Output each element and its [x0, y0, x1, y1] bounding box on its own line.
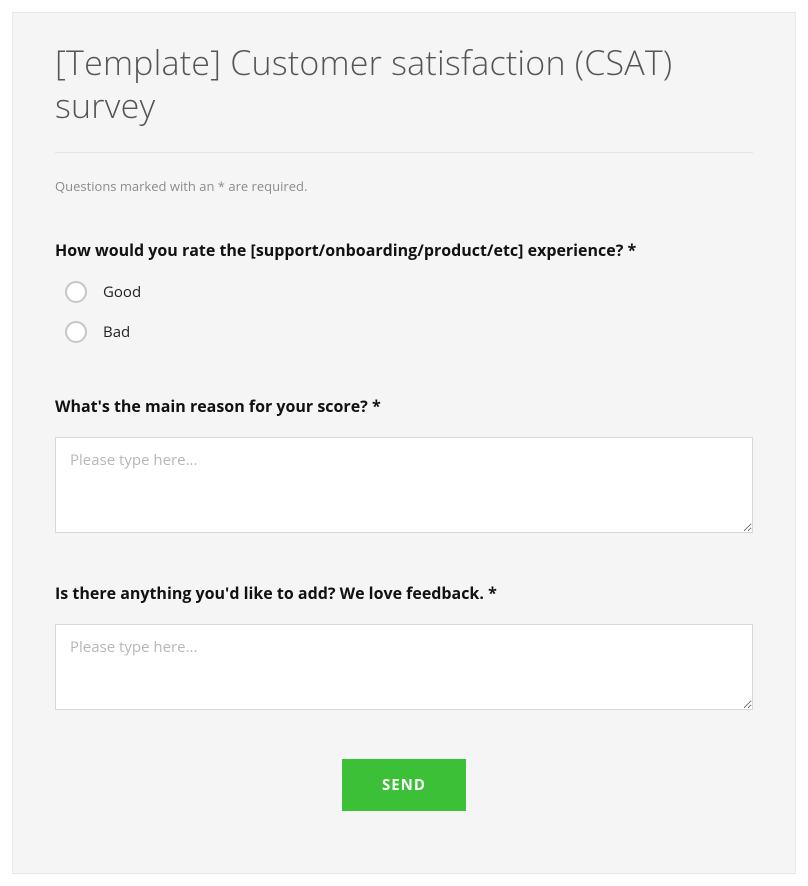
submit-row: SEND	[55, 759, 753, 811]
viewport: [Template] Customer satisfaction (CSAT) …	[0, 0, 808, 886]
survey-card: [Template] Customer satisfaction (CSAT) …	[12, 12, 796, 874]
question-2: What's the main reason for your score? *	[55, 395, 753, 538]
question-2-label: What's the main reason for your score? *	[55, 395, 753, 417]
feedback-textarea[interactable]	[55, 624, 753, 710]
option-bad[interactable]: Bad	[65, 321, 753, 343]
required-note: Questions marked with an * are required.	[55, 177, 753, 195]
question-1-options: Good Bad	[65, 281, 753, 343]
option-good[interactable]: Good	[65, 281, 753, 303]
question-3-label: Is there anything you'd like to add? We …	[55, 582, 753, 604]
survey-title: [Template] Customer satisfaction (CSAT) …	[55, 41, 753, 126]
radio-icon	[65, 281, 87, 303]
question-3: Is there anything you'd like to add? We …	[55, 582, 753, 715]
send-button[interactable]: SEND	[342, 759, 466, 811]
reason-textarea[interactable]	[55, 437, 753, 533]
radio-icon	[65, 321, 87, 343]
option-label: Bad	[103, 322, 130, 342]
divider	[55, 152, 753, 153]
option-label: Good	[103, 282, 141, 302]
question-1-label: How would you rate the [support/onboardi…	[55, 239, 753, 261]
